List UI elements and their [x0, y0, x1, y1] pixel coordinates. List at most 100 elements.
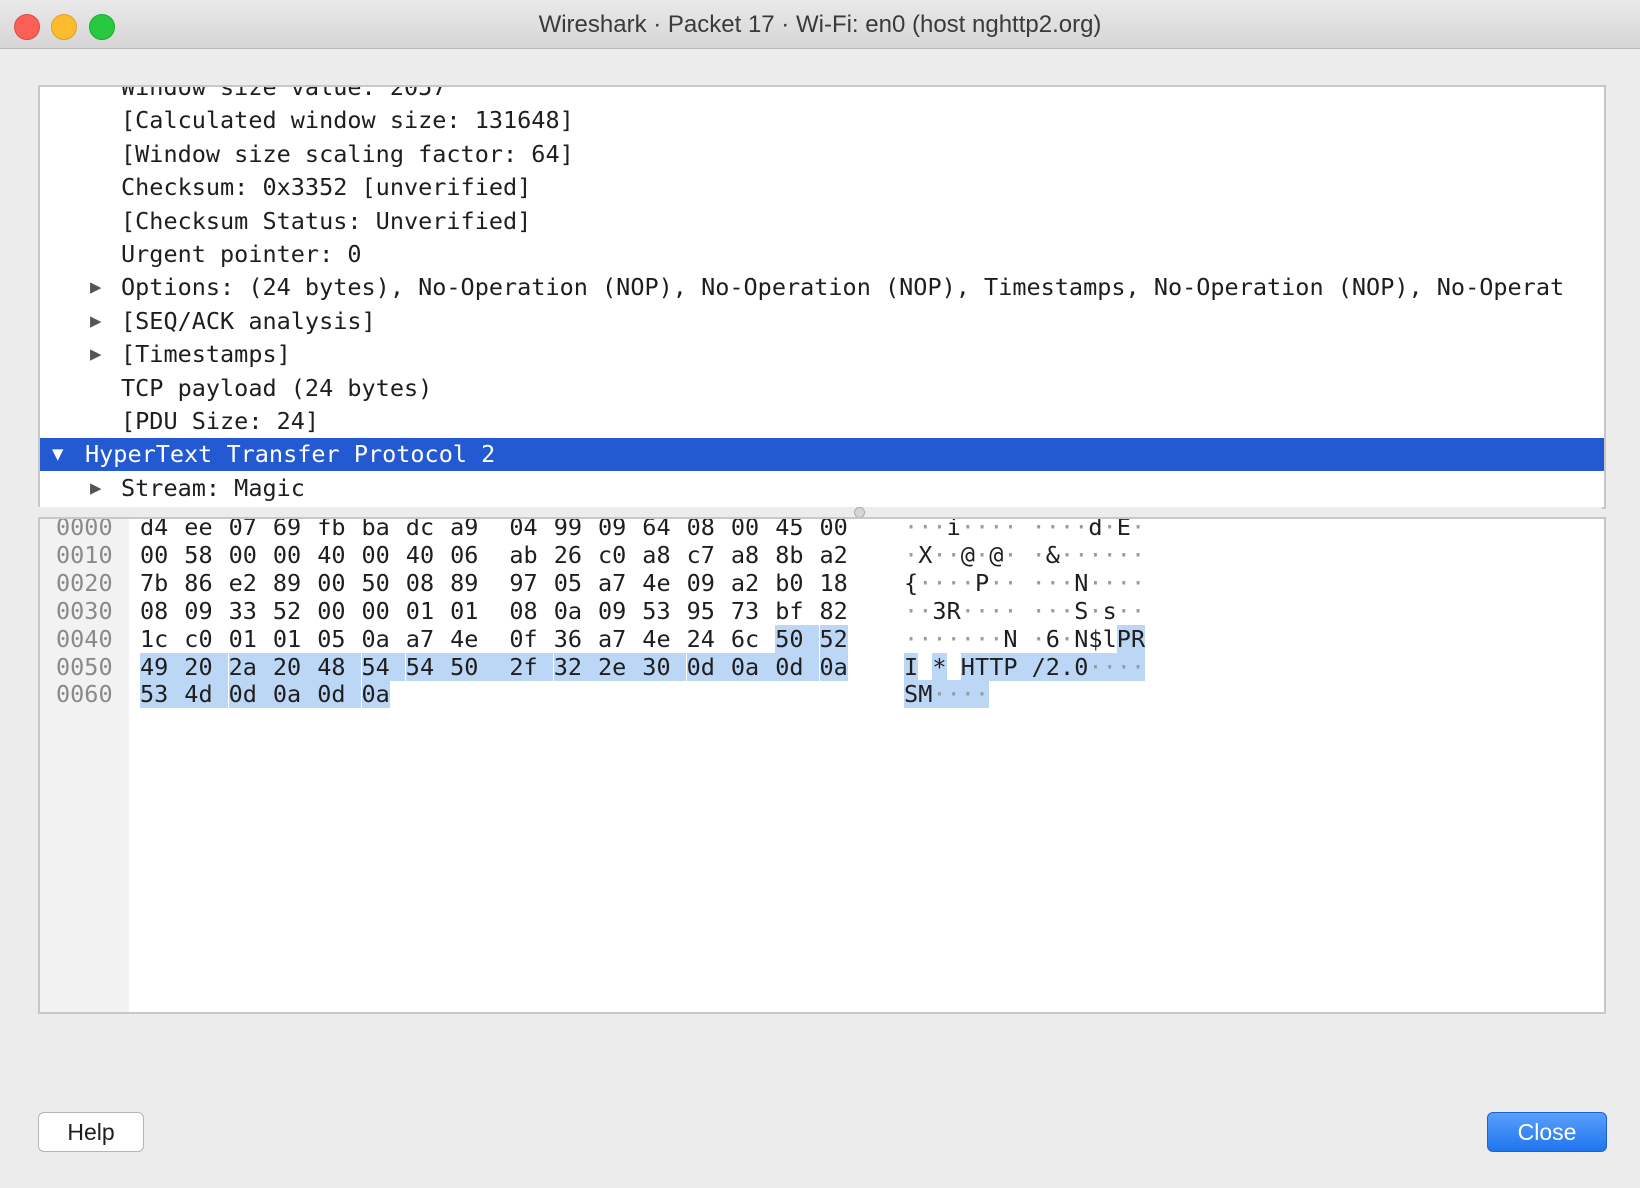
ascii-char[interactable]: ·: [1088, 569, 1102, 597]
ascii-char[interactable]: ·: [1131, 541, 1145, 569]
hex-row[interactable]: 0020 7b 86 e2 89 00 50 08 89 97 05 a7 4e 09 a2 b0 18{· · ·…: [40, 569, 1604, 597]
ascii-char[interactable]: @: [989, 541, 1003, 569]
hex-byte[interactable]: 00: [229, 541, 257, 569]
ascii-char[interactable]: ·: [1131, 652, 1146, 681]
hex-byte[interactable]: 86: [184, 569, 212, 597]
hex-byte[interactable]: a2: [820, 541, 848, 569]
hex-byte[interactable]: 73: [731, 597, 759, 625]
ascii-char[interactable]: ·: [1003, 569, 1017, 597]
ascii-char[interactable]: ·: [1074, 519, 1088, 541]
ascii-char[interactable]: ·: [975, 519, 989, 541]
hex-byte[interactable]: 08: [687, 519, 715, 541]
ascii-char[interactable]: ·: [904, 519, 918, 541]
hex-byte[interactable]: 2f: [509, 652, 554, 681]
ascii-char[interactable]: ·: [1117, 569, 1131, 597]
hex-byte[interactable]: 0d: [686, 652, 731, 681]
ascii-char[interactable]: ·: [1131, 569, 1145, 597]
ascii-char[interactable]: ·: [1032, 569, 1046, 597]
ascii-char[interactable]: H: [960, 652, 975, 681]
ascii-char[interactable]: ·: [1060, 625, 1074, 653]
tree-row[interactable]: ▶ Options: (24 bytes), No-Operation (NOP)…: [40, 271, 1604, 304]
hex-byte[interactable]: 0a: [554, 597, 582, 625]
ascii-char[interactable]: X: [918, 541, 932, 569]
hex-byte[interactable]: 01: [450, 597, 478, 625]
ascii-char[interactable]: @: [961, 541, 975, 569]
hex-byte[interactable]: ba: [362, 519, 390, 541]
hex-byte[interactable]: 53: [140, 680, 184, 709]
hex-byte[interactable]: 09: [687, 569, 715, 597]
hex-byte[interactable]: 69: [273, 519, 301, 541]
packet-details-tree[interactable]: Window size value: 2057 [Calculated windo…: [38, 85, 1606, 509]
hex-byte[interactable]: 06: [450, 541, 478, 569]
hex-byte[interactable]: 00: [731, 519, 759, 541]
packet-bytes-pane[interactable]: 0000 d4 ee 07 69 fb ba dc a9 04 99 09 64 08 00 45 00 · · · i…: [38, 517, 1606, 1014]
hex-byte[interactable]: c0: [184, 625, 212, 653]
ascii-char[interactable]: ·: [932, 680, 947, 709]
hex-byte[interactable]: 36: [554, 625, 582, 653]
hex-byte[interactable]: a7: [598, 569, 626, 597]
tree-row[interactable]: [Checksum Status: Unverified]: [40, 205, 1604, 238]
tree-row[interactable]: ▶ Stream: Magic: [40, 472, 1604, 505]
ascii-char[interactable]: ·: [932, 569, 946, 597]
ascii-char[interactable]: ·: [975, 625, 989, 653]
ascii-char[interactable]: ·: [947, 541, 961, 569]
hex-byte[interactable]: d4: [140, 519, 168, 541]
hex-byte[interactable]: 7b: [140, 569, 168, 597]
ascii-char[interactable]: ·: [1060, 597, 1074, 625]
hex-byte[interactable]: 01: [273, 625, 301, 653]
collapsed-triangle-icon[interactable]: ▶: [90, 305, 101, 338]
hex-byte[interactable]: 8b: [775, 541, 803, 569]
hex-byte[interactable]: 04: [509, 519, 537, 541]
ascii-char[interactable]: ·: [1103, 569, 1117, 597]
ascii-char[interactable]: ·: [1046, 569, 1060, 597]
ascii-char[interactable]: s: [1103, 597, 1117, 625]
ascii-char[interactable]: ·: [1117, 541, 1131, 569]
collapsed-triangle-icon[interactable]: ▶: [90, 338, 101, 371]
hex-byte[interactable]: 08: [509, 597, 537, 625]
ascii-char[interactable]: ·: [961, 519, 975, 541]
ascii-char[interactable]: ·: [975, 680, 990, 709]
ascii-char[interactable]: S: [1074, 597, 1088, 625]
hex-byte[interactable]: 54: [361, 652, 406, 681]
hex-byte[interactable]: dc: [406, 519, 434, 541]
ascii-char[interactable]: ·: [961, 597, 975, 625]
ascii-char[interactable]: ·: [947, 569, 961, 597]
ascii-char[interactable]: I: [904, 652, 919, 681]
hex-byte[interactable]: 48: [317, 652, 362, 681]
hex-byte[interactable]: 50: [450, 652, 510, 681]
hex-byte[interactable]: 33: [229, 597, 257, 625]
ascii-char[interactable]: ·: [932, 541, 946, 569]
hex-byte[interactable]: 50: [775, 624, 820, 653]
ascii-char[interactable]: ·: [989, 519, 1003, 541]
ascii-char[interactable]: ·: [904, 541, 918, 569]
ascii-char[interactable]: 3: [932, 597, 946, 625]
hex-byte[interactable]: 52: [273, 597, 301, 625]
hex-byte[interactable]: 0a: [362, 625, 390, 653]
hex-byte[interactable]: 97: [509, 569, 537, 597]
ascii-char[interactable]: N: [1074, 625, 1088, 653]
hex-byte[interactable]: 82: [820, 597, 848, 625]
hex-byte[interactable]: 09: [598, 519, 626, 541]
tree-row[interactable]: Window size value: 2057: [40, 87, 1604, 104]
hex-byte[interactable]: 49: [140, 652, 184, 681]
hex-byte[interactable]: ab: [509, 541, 537, 569]
ascii-char[interactable]: ·: [904, 625, 918, 653]
hex-byte[interactable]: 64: [642, 519, 670, 541]
hex-byte[interactable]: a2: [731, 569, 759, 597]
ascii-char[interactable]: .: [1060, 652, 1075, 681]
hex-row[interactable]: 0040 1c c0 01 01 05 0a a7 4e 0f 36 a7 4e 24 6c 50 52 · · · ·…: [40, 624, 1604, 653]
hex-byte[interactable]: 01: [406, 597, 434, 625]
tree-row[interactable]: ▶ [Timestamps]: [40, 338, 1604, 371]
ascii-char[interactable]: ·: [946, 680, 961, 709]
hex-byte[interactable]: 50: [362, 569, 390, 597]
ascii-char[interactable]: ·: [932, 625, 946, 653]
hex-byte[interactable]: a8: [642, 541, 670, 569]
ascii-char[interactable]: ·: [1103, 541, 1117, 569]
hex-byte[interactable]: 1c: [140, 625, 168, 653]
hex-byte[interactable]: 95: [687, 597, 715, 625]
ascii-char[interactable]: T: [989, 652, 1004, 681]
ascii-char[interactable]: ·: [975, 541, 989, 569]
ascii-char[interactable]: ·: [918, 597, 932, 625]
hex-byte[interactable]: 20: [272, 652, 317, 681]
ascii-char[interactable]: ·: [1074, 541, 1088, 569]
